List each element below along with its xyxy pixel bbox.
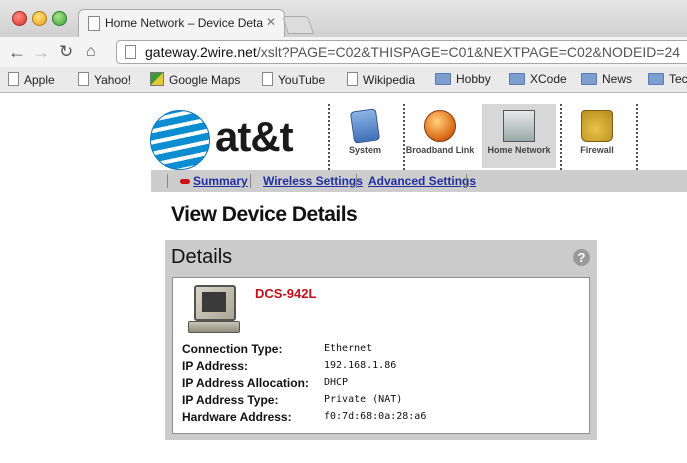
detail-value: Ethernet [324,343,373,354]
bookmark-hobby[interactable]: Hobby [435,72,491,88]
browser-toolbar: ← → ↻ ⌂ gateway.2wire.net/xslt?PAGE=C02&… [0,37,687,68]
tab-home-network[interactable]: Home Network [482,104,556,168]
bookmark-apple[interactable]: Apple [8,72,55,88]
page-icon [347,72,358,86]
close-window-button[interactable] [12,11,27,26]
page-icon [125,45,136,59]
minimize-window-button[interactable] [32,11,47,26]
url-host: gateway.2wire.net [145,44,257,60]
current-page-indicator-icon [180,179,190,184]
sub-navigation: Summary Wireless Settings Advanced Setti… [151,170,687,192]
system-icon [349,108,381,144]
folder-icon [648,73,664,85]
subnav-separator [466,174,467,188]
detail-label: Connection Type: [182,342,283,356]
url-path: /xslt?PAGE=C02&THISPAGE=C01&NEXTPAGE=C02… [256,44,681,60]
detail-label: IP Address Type: [182,393,279,407]
tab-label: Broadband Link [405,145,475,155]
tab-label: Firewall [580,145,614,155]
bookmark-tec[interactable]: Tec [648,72,687,88]
page-icon [88,16,100,31]
folder-icon [435,73,451,85]
nav-divider [636,104,638,170]
url-text: gateway.2wire.net/xslt?PAGE=C02&THISPAGE… [145,44,680,60]
detail-label: IP Address Allocation: [182,376,309,390]
tab-broadband-link[interactable]: Broadband Link [403,104,477,168]
detail-label: Hardware Address: [182,410,292,424]
folder-icon [509,73,525,85]
tab-system[interactable]: System [328,104,402,168]
detail-value: DHCP [324,377,349,388]
device-details-box: DCS-942L Connection Type: Ethernet IP Ad… [172,277,590,434]
bookmark-yahoo[interactable]: Yahoo! [78,72,131,88]
detail-label: IP Address: [182,359,249,373]
tab-firewall[interactable]: Firewall [560,104,634,168]
bookmark-youtube[interactable]: YouTube [262,72,325,88]
subnav-separator [356,174,357,188]
device-name: DCS-942L [255,286,317,301]
bookmark-xcode[interactable]: XCode [509,72,567,88]
forward-button[interactable]: → [32,41,50,63]
detail-value: Private (NAT) [324,394,403,405]
folder-icon [581,73,597,85]
bookmark-news[interactable]: News [581,72,632,88]
page-icon [262,72,273,86]
home-network-icon [503,110,535,142]
help-icon[interactable]: ? [573,249,590,266]
back-button[interactable]: ← [8,41,26,63]
computer-monitor-icon [186,283,242,335]
reload-button[interactable]: ↻ [59,41,73,63]
address-bar[interactable]: gateway.2wire.net/xslt?PAGE=C02&THISPAGE… [116,40,687,64]
window-titlebar: Home Network – Device Details ✕ [0,0,687,38]
subnav-separator [250,174,251,188]
page-icon [8,72,19,86]
att-logo-text: at&t [215,113,294,160]
bookmark-wikipedia[interactable]: Wikipedia [347,72,415,88]
subnav-advanced-settings-link[interactable]: Advanced Settings [368,174,476,188]
page-icon [78,72,89,86]
details-heading: Details [171,246,233,268]
tab-title: Home Network – Device Details [105,16,263,30]
tab-label: Home Network [487,145,551,155]
page-title: View Device Details [171,203,358,226]
details-panel: Details ? DCS-942L Connection Type: Ethe… [165,240,597,440]
home-button[interactable]: ⌂ [86,41,96,63]
detail-value: f0:7d:68:0a:28:a6 [324,411,427,422]
broadband-icon [424,110,456,142]
close-tab-icon[interactable]: ✕ [266,15,276,29]
bookmark-google-maps[interactable]: Google Maps [150,72,240,88]
subnav-separator [167,174,168,188]
detail-value: 192.168.1.86 [324,360,397,371]
bookmarks-bar: Apple Yahoo! Google Maps YouTube Wikiped… [0,67,687,93]
subnav-wireless-settings-link[interactable]: Wireless Settings [263,174,363,188]
firewall-icon [581,110,613,142]
subnav-summary-link[interactable]: Summary [193,174,248,188]
att-globe-logo [150,110,210,170]
new-tab-button[interactable] [282,16,314,34]
browser-tab[interactable]: Home Network – Device Details ✕ [78,9,285,38]
maps-icon [150,72,164,86]
zoom-window-button[interactable] [52,11,67,26]
tab-label: System [348,145,382,155]
